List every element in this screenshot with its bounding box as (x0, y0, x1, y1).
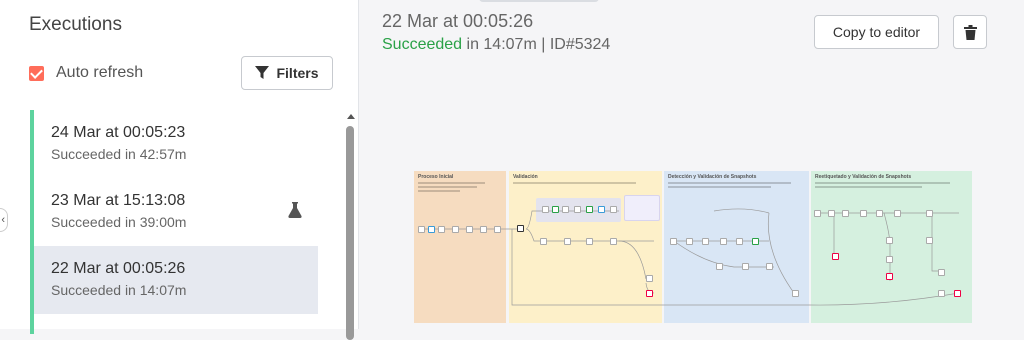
execution-list: 24 Mar at 00:05:23 Succeeded in 42:57m 2… (30, 110, 318, 334)
workflow-node[interactable] (542, 206, 549, 213)
copy-to-editor-button[interactable]: Copy to editor (814, 15, 939, 49)
filter-icon (255, 66, 270, 79)
workflow-node[interactable] (814, 210, 821, 217)
workflow-node[interactable] (480, 226, 487, 233)
executions-sidebar: Executions Auto refresh Filters 24 Mar a… (0, 0, 359, 340)
workflow-node[interactable] (766, 263, 773, 270)
workflow-node[interactable] (702, 238, 709, 245)
workflow-node[interactable] (842, 210, 849, 217)
workflow-node[interactable] (564, 238, 571, 245)
execution-summary: Succeeded in 14:07m | ID#5324 (382, 36, 610, 54)
workflow-node[interactable] (954, 290, 961, 297)
workflow-node[interactable] (517, 225, 524, 232)
workflow-node[interactable] (586, 206, 593, 213)
execution-status: Succeeded in 42:57m (51, 146, 187, 162)
top-tab-handle (479, 0, 599, 2)
execution-status: Succeeded in 14:07m (51, 282, 187, 298)
delete-execution-button[interactable] (953, 15, 987, 49)
workflow-canvas[interactable]: Proceso Inicial Validación Detección y V… (414, 171, 972, 323)
workflow-node[interactable] (832, 253, 839, 260)
execution-item[interactable]: 24 Mar at 00:05:23 Succeeded in 42:57m (30, 110, 318, 178)
workflow-node[interactable] (670, 238, 677, 245)
workflow-node[interactable] (646, 290, 653, 297)
workflow-node[interactable] (894, 210, 901, 217)
workflow-node[interactable] (540, 238, 547, 245)
workflow-node[interactable] (610, 206, 617, 213)
workflow-connections (420, 208, 960, 306)
execution-item-partial[interactable] (30, 314, 318, 334)
execution-date: 24 Mar at 00:05:23 (51, 124, 186, 141)
workflow-node[interactable] (562, 206, 569, 213)
workflow-node[interactable] (610, 238, 617, 245)
workflow-node[interactable] (938, 269, 945, 276)
execution-preview: 22 Mar at 00:05:26 Succeeded in 14:07m |… (359, 0, 1024, 329)
execution-item-selected[interactable]: 22 Mar at 00:05:26 Succeeded in 14:07m (30, 246, 318, 314)
workflow-node[interactable] (418, 226, 425, 233)
sidebar-title: Executions (29, 14, 122, 35)
workflow-node[interactable] (886, 256, 893, 263)
workflow-node[interactable] (860, 210, 867, 217)
collapse-sidebar-button[interactable]: ‹ (0, 208, 8, 232)
filters-button-label: Filters (276, 65, 319, 81)
workflow-node[interactable] (742, 263, 749, 270)
workflow-node[interactable] (494, 226, 501, 233)
workflow-node[interactable] (646, 275, 653, 282)
flask-icon[interactable] (288, 202, 302, 218)
copy-to-editor-label: Copy to editor (832, 24, 921, 40)
auto-refresh-checkbox[interactable] (29, 65, 44, 81)
workflow-node[interactable] (938, 290, 945, 297)
workflow-node[interactable] (716, 263, 723, 270)
execution-status-word: Succeeded (382, 36, 463, 53)
workflow-node[interactable] (720, 238, 727, 245)
chevron-left-icon: ‹ (1, 214, 5, 226)
execution-date: 23 Mar at 15:13:08 (51, 192, 186, 209)
execution-list-scrollbar[interactable] (344, 112, 356, 340)
scroll-thumb[interactable] (346, 126, 354, 340)
workflow-node[interactable] (886, 237, 893, 244)
workflow-node[interactable] (926, 237, 933, 244)
workflow-node[interactable] (828, 210, 835, 217)
workflow-node[interactable] (452, 226, 459, 233)
filters-button[interactable]: Filters (241, 56, 333, 90)
workflow-node[interactable] (736, 238, 743, 245)
workflow-node[interactable] (886, 273, 893, 280)
execution-status: Succeeded in 39:00m (51, 214, 187, 230)
workflow-node[interactable] (598, 206, 605, 213)
scroll-up-arrow-icon[interactable] (347, 114, 355, 119)
execution-date: 22 Mar at 00:05:26 (51, 260, 186, 277)
workflow-node[interactable] (428, 226, 435, 233)
workflow-node[interactable] (586, 238, 593, 245)
auto-refresh-label: Auto refresh (56, 64, 144, 81)
workflow-node[interactable] (552, 206, 559, 213)
trash-icon (963, 24, 977, 40)
workflow-node[interactable] (466, 226, 473, 233)
execution-item[interactable]: 23 Mar at 15:13:08 Succeeded in 39:00m (30, 178, 318, 246)
workflow-node[interactable] (574, 206, 581, 213)
workflow-node[interactable] (926, 210, 933, 217)
auto-refresh-toggle[interactable]: Auto refresh (29, 64, 143, 82)
workflow-node[interactable] (876, 210, 883, 217)
workflow-node[interactable] (438, 226, 445, 233)
execution-duration-id: in 14:07m | ID#5324 (462, 36, 611, 53)
execution-title: 22 Mar at 00:05:26 (382, 11, 534, 31)
workflow-node[interactable] (752, 238, 759, 245)
workflow-node[interactable] (792, 290, 799, 297)
workflow-node[interactable] (686, 238, 693, 245)
